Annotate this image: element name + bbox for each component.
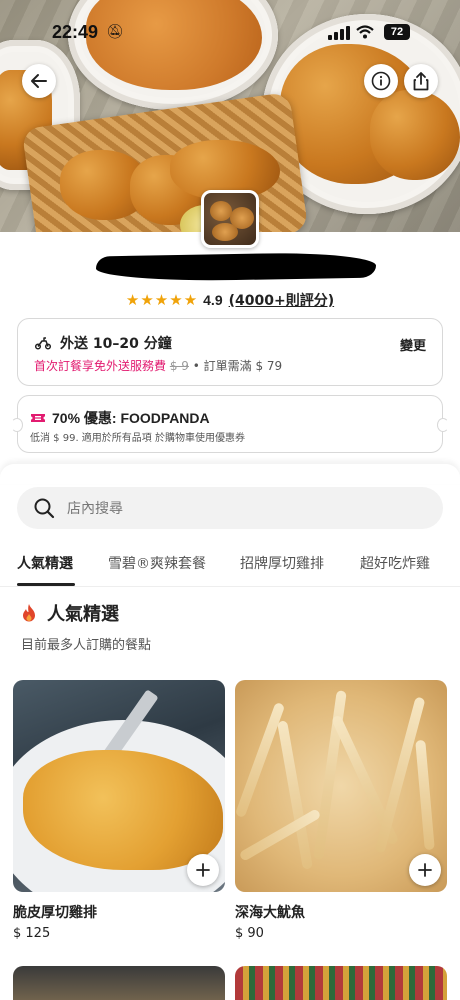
battery-icon: 72 <box>384 24 410 40</box>
info-icon <box>371 71 391 91</box>
star-icon: ★ <box>140 291 154 309</box>
product-card-peek[interactable] <box>13 966 225 1000</box>
add-to-cart-button[interactable] <box>409 854 441 886</box>
menu-sheet-edge <box>0 464 460 484</box>
product-image <box>235 680 447 892</box>
star-icon: ★ <box>183 291 198 309</box>
fire-icon <box>23 604 35 622</box>
original-fee: $ 9 <box>169 359 189 373</box>
rating-count-link[interactable]: (4000+則評分) <box>229 290 335 310</box>
product-image <box>13 680 225 892</box>
tab-popular[interactable]: 人氣精選 <box>17 553 73 573</box>
deal-card[interactable]: 70% 優惠: FOODPANDA 低消 $ 99. 適用於所有品項 於購物車使… <box>11 395 449 453</box>
delivery-card: 外送 10–20 分鐘 變更 首次訂餐享免外送服務費 $ 9 • 訂單需滿 $ … <box>17 318 443 386</box>
rating-stars: ★ ★ ★ ★ ★ <box>126 291 197 309</box>
search-placeholder: 店內搜尋 <box>67 501 123 517</box>
arrow-left-icon <box>31 74 47 88</box>
info-button[interactable] <box>364 64 398 98</box>
back-button[interactable] <box>22 64 56 98</box>
share-icon <box>413 72 429 91</box>
plus-icon <box>196 863 210 877</box>
mute-icon: 🔕︎ <box>106 24 124 40</box>
section-subtitle: 目前最多人訂購的餐點 <box>21 638 152 653</box>
product-name: 深海大魷魚 <box>235 905 305 921</box>
delivery-promo: 首次訂餐享免外送服務費 <box>34 359 167 373</box>
product-card-peek[interactable] <box>235 966 447 1000</box>
change-button[interactable]: 變更 <box>400 335 426 354</box>
active-tab-indicator <box>17 583 75 586</box>
product-name: 脆皮厚切雞排 <box>13 905 97 921</box>
plus-icon <box>418 863 432 877</box>
status-bar: 22:49 🔕︎ 72 <box>0 20 460 48</box>
ticket-icon <box>31 414 45 422</box>
rating-value: 4.9 <box>203 292 223 308</box>
signal-icon <box>328 26 350 40</box>
product-card[interactable]: 脆皮厚切雞排 $ 125 <box>13 680 225 941</box>
wifi-icon <box>356 24 374 43</box>
share-button[interactable] <box>404 64 438 98</box>
min-order: • 訂單需滿 $ 79 <box>192 359 283 373</box>
tab-fried-chicken[interactable]: 超好吃炸雞 <box>360 553 430 573</box>
deal-subtitle: 低消 $ 99. 適用於所有品項 於購物車使用優惠券 <box>30 433 245 444</box>
search-input[interactable]: 店內搜尋 <box>17 487 443 529</box>
product-price: $ 125 <box>13 926 51 941</box>
deal-title: 70% 優惠: FOODPANDA <box>52 410 210 426</box>
scooter-icon <box>34 337 52 350</box>
menu-tabs: 人氣精選 雪碧®爽辣套餐 招牌厚切雞排 超好吃炸雞 <box>0 545 460 587</box>
delivery-time: 外送 10–20 分鐘 <box>60 336 172 352</box>
product-card[interactable]: 深海大魷魚 $ 90 <box>235 680 447 941</box>
status-time: 22:49 <box>52 22 99 42</box>
restaurant-logo <box>201 190 259 248</box>
star-icon: ★ <box>125 291 140 309</box>
add-to-cart-button[interactable] <box>187 854 219 886</box>
star-icon: ★ <box>154 291 169 309</box>
restaurant-name-redacted <box>95 251 377 283</box>
section-title: 人氣精選 <box>47 604 119 625</box>
star-icon: ★ <box>169 291 183 309</box>
product-price: $ 90 <box>235 926 264 941</box>
rating-row[interactable]: ★ ★ ★ ★ ★ 4.9 (4000+則評分) <box>0 290 460 310</box>
tab-sprite-spicy-combo[interactable]: 雪碧®爽辣套餐 <box>108 553 206 573</box>
search-icon <box>34 498 55 519</box>
tab-signature-cutlet[interactable]: 招牌厚切雞排 <box>240 553 324 573</box>
